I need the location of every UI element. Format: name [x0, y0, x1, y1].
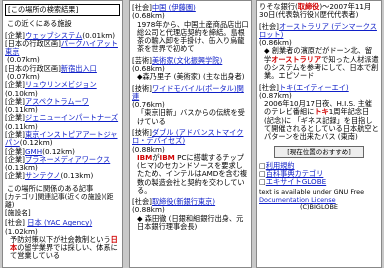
nearby-places-column: [この場所の検索結果] この近くにある施設 [企業]ウェッブシステム(0.01k… [2, 0, 123, 268]
articles-column: [社会]中国 (伊藤園) (0.68km) 1978年から、中国土産商品店出口総公司… [129, 0, 252, 268]
article-cat: [社会] [5, 218, 25, 228]
place-distance: (0.13km) [60, 171, 94, 181]
right-article-list: [社会]オーストラリア (デンマークスロット) (0.86km) ◆ 創業者の濱原だ… [257, 22, 381, 142]
right-column: りそな銀行(取締役)〜2007年11月30日(代表執行役)(歴代代表者) [社会… [256, 0, 382, 268]
related-desc2: [施設名] [5, 208, 31, 217]
footer-links: □利用規約 □百科事典カテゴリ □エキサイトGLOBE [259, 160, 327, 187]
place-item: [企業]ジェニューインパートナーズ(0.11km) [3, 114, 122, 131]
nearby-label: この近くにある施設 [7, 19, 72, 29]
article-item: [社会]取締役(新銀行東京) (0.88km) ◆ 森田徹 (日銀和組銀行出身、元日… [130, 198, 251, 231]
article-item: [技術]ワイドモバイル(ポータル)関連 (0.76km) 「東京旧新」バスからの伝統… [130, 84, 251, 126]
article-body: 2006年10月17日夜、H.I.S. 主催のテレビ番組にトキ1周年記念日(記念… [264, 99, 379, 142]
article-body: ◆森乃里子 (美術家) (主な出身者) [137, 72, 245, 82]
article-body: 1978年から、中国土産商品店出口総公司と代理店契約を締結。島根茶の輸入卸を手掛… [137, 19, 249, 54]
place-item: [日本の行政区画]パークハイアット東京 [3, 39, 122, 57]
place-link[interactable]: ジェニューインパートナーズ [25, 113, 118, 122]
globe-link[interactable]: エキサイトGLOBE [266, 177, 326, 186]
article-body: 「東京旧新」バスからの伝統を受けている [137, 108, 245, 126]
place-item: [企業]東京インストピアアートジャパン(0.12km) [3, 130, 122, 148]
places-list: [企業]ウェッブシステム(0.01km) [日本の行政区画]パークハイアット東京(… [3, 31, 122, 181]
search-result-title: [この場所の検索結果] [5, 4, 120, 17]
place-item: [企業]リュウリンメビジョン(0.10km) [3, 81, 122, 98]
article-link[interactable]: 日本 (YAC Agency) [27, 218, 92, 227]
related-desc: [カテゴリ]関連記事(近くの施設)(距離) [5, 192, 114, 209]
place-item: [企業]プラネーメディアワークス(0.13km) [3, 155, 122, 173]
place-link[interactable]: 新宿出入口 [61, 64, 97, 73]
place-category: [企業] [5, 171, 25, 181]
recommend-search-button[interactable]: [現在位置のおすすめ] [274, 145, 364, 158]
article-body: ◆ 森田徹 (日銀和組銀行出身、元日本銀行理事会長) [137, 213, 244, 232]
copyright: (C)BIGLOBE [299, 203, 339, 212]
article-item: [芸術]美術家(文化振興学院) (0.68km) ◆森乃里子 (美術家) (主な出身… [130, 56, 251, 82]
article-item: [社会]中国 (伊藤園) (0.68km) 1978年から、中国土産商品店出口総公司… [130, 3, 251, 54]
place-link[interactable]: サンテクノ [25, 171, 61, 180]
article-text: 予防対策以下が社会教制という日本の留学業界では採しい、体系にて営業している [10, 234, 118, 261]
right-article-item: [社会]オーストラリア (デンマークスロット) (0.86km) ◆ 創業者の濱原だ… [257, 22, 381, 81]
place-item: [企業]サンテクノ(0.13km) [3, 172, 122, 180]
top-text: りそな銀行(取締役)〜2007年11月30日(代表執行役)(歴代代表者) [259, 2, 372, 20]
article-body: ◆ 創業者の濱原だがドーン北、留学オーストラリアで知った人材派遣のシステムを参考… [264, 46, 379, 81]
right-article-item: [社会]トキ(エイティーエイ) (0.87km) 2006年10月17日夜、H.I.… [257, 83, 381, 142]
place-item: [企業]アスペクトラムーワ(0.11km) [3, 97, 122, 115]
article-list: [社会]中国 (伊藤園) (0.68km) 1978年から、中国土産商品店出口総公司… [130, 3, 251, 231]
article-body: IBMがIBM PCに搭載するチップ(ヒマ)のセカンドソースを要求したため、イン… [137, 152, 248, 195]
article-item: [技術]ダブル (アドバンストマイクロ・デバイセズ) (0.88km) IBMがIB… [130, 128, 251, 195]
